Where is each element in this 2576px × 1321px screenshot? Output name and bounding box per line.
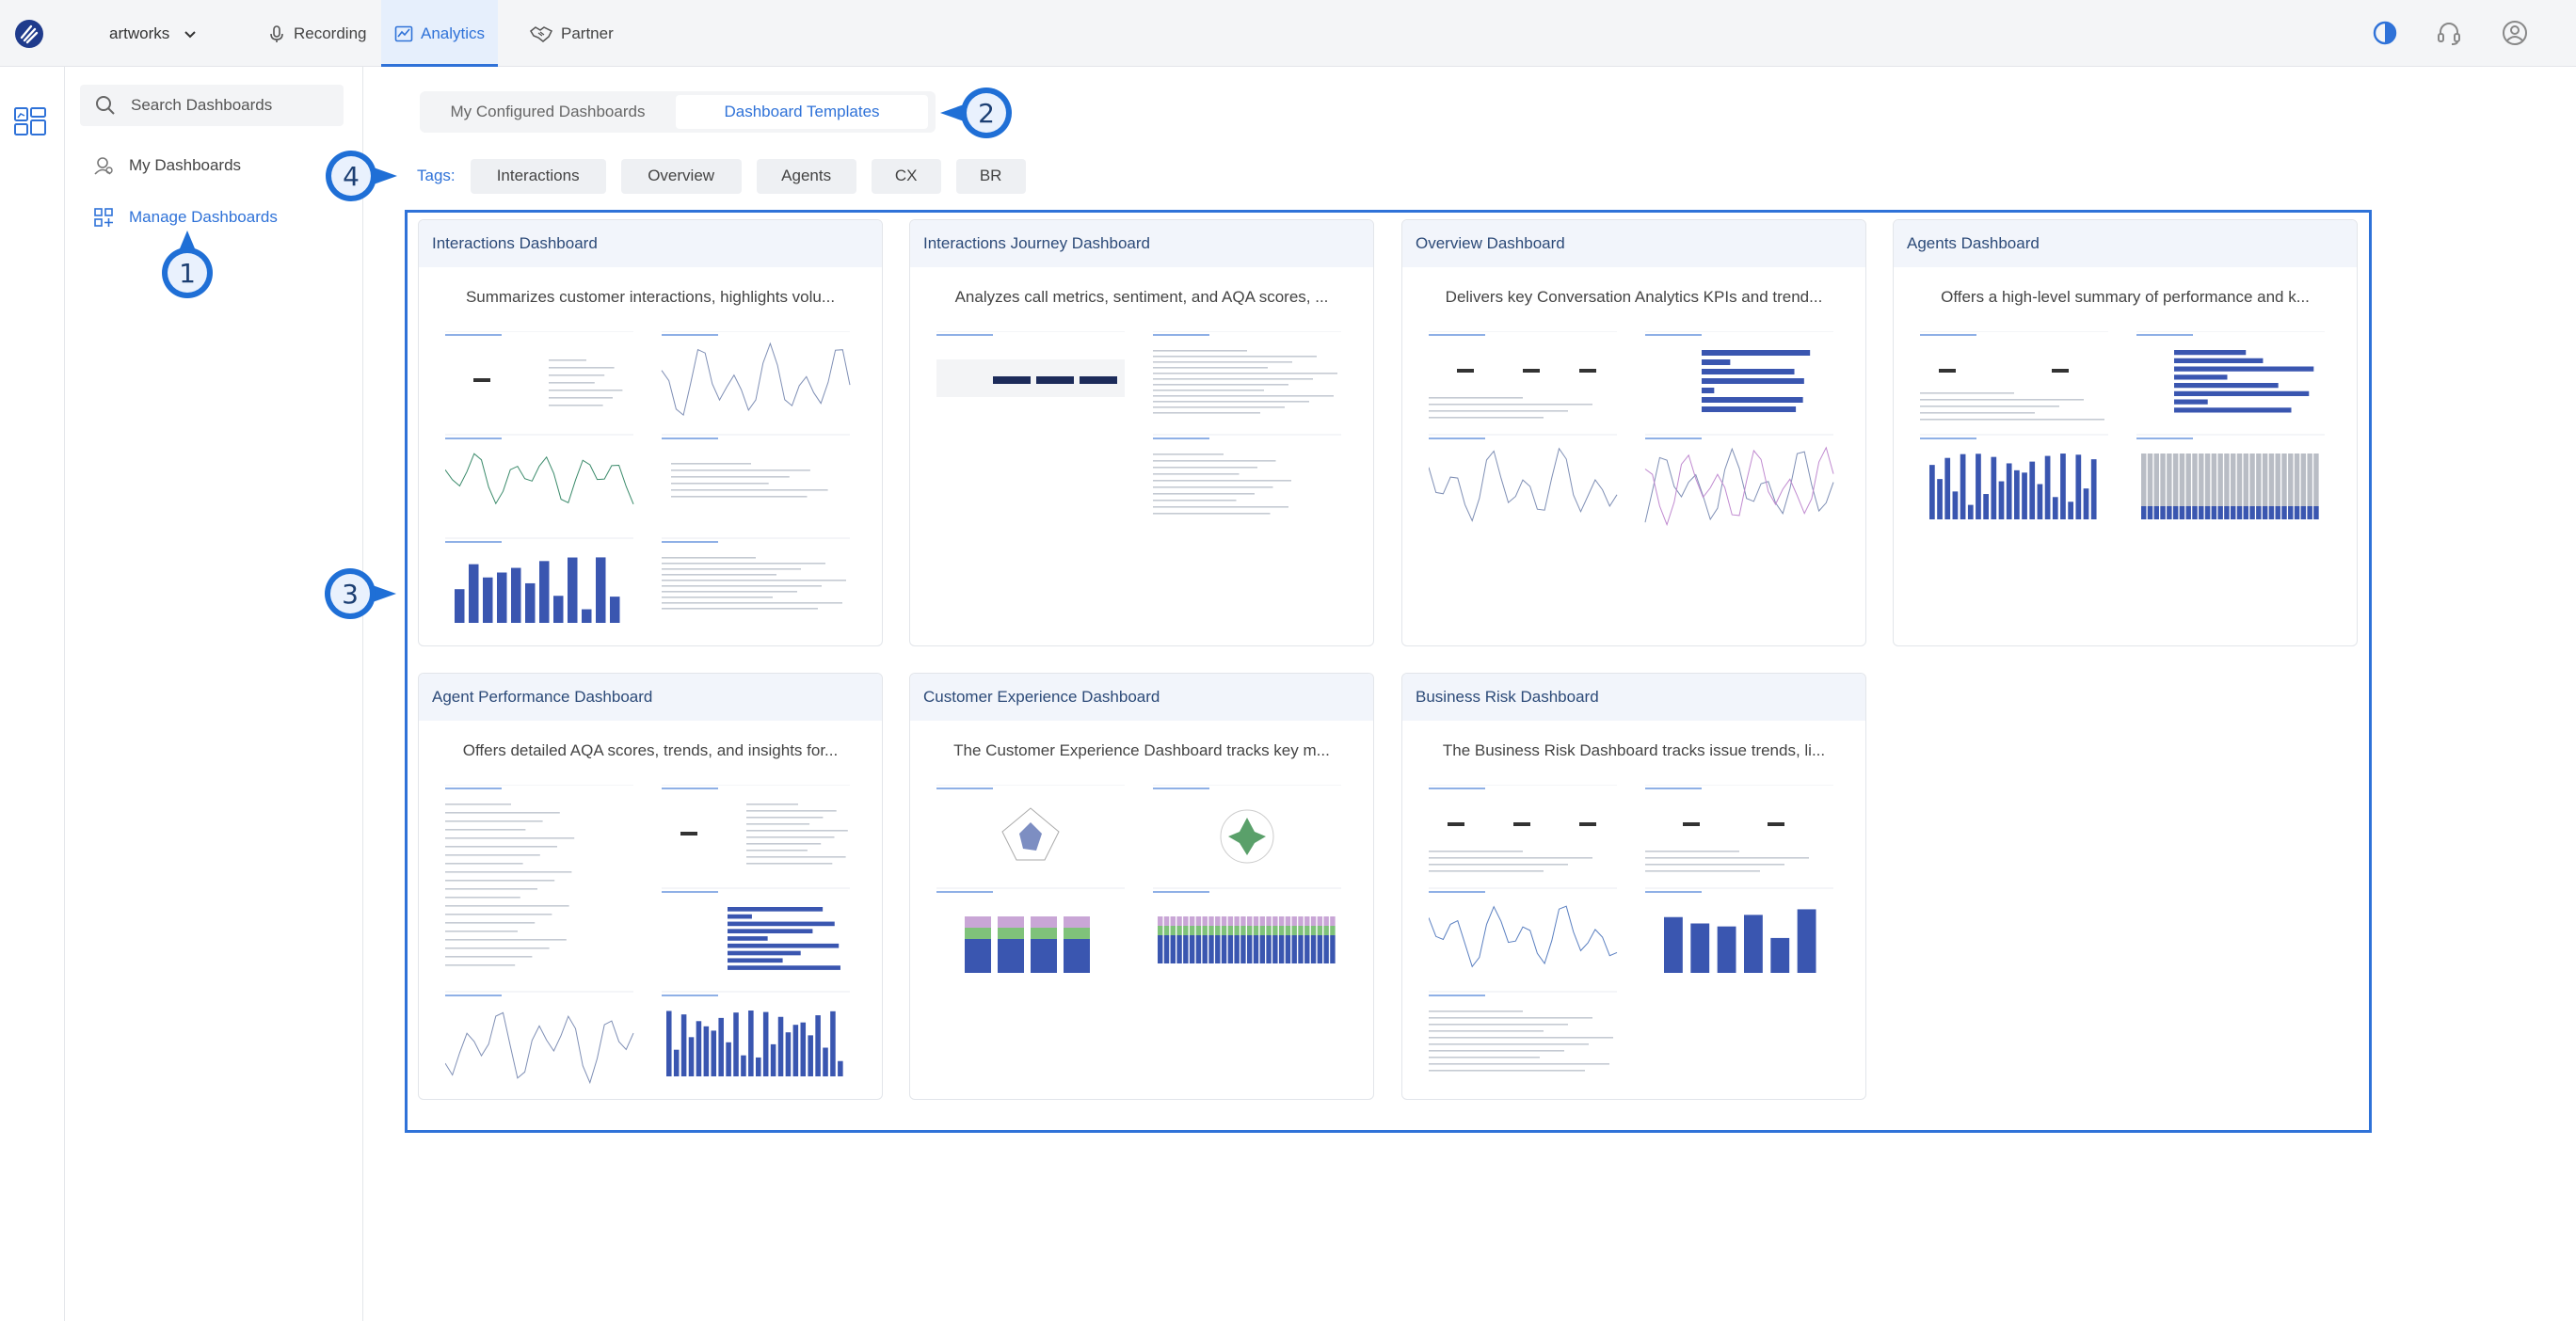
- card-title: Interactions Dashboard: [419, 220, 882, 267]
- tag-overview[interactable]: Overview: [620, 158, 742, 194]
- search-box[interactable]: [80, 85, 344, 126]
- tag-interactions[interactable]: Interactions: [470, 158, 606, 194]
- template-card-agent-performance[interactable]: Agent Performance Dashboard Offers detai…: [418, 673, 883, 1100]
- card-description: Summarizes customer interactions, highli…: [465, 288, 836, 306]
- nav-recording[interactable]: Recording: [254, 0, 380, 67]
- tag-br[interactable]: BR: [955, 158, 1026, 194]
- search-icon: [96, 96, 115, 115]
- sidebar-item-label: Manage Dashboards: [129, 208, 278, 226]
- nav-recording-label: Recording: [294, 24, 367, 42]
- dashboard-thumbnail-icon: [1428, 784, 1833, 1072]
- template-card-interactions[interactable]: Interactions Dashboard Summarizes custom…: [418, 219, 883, 646]
- callout-1: 1: [160, 231, 215, 300]
- search-input[interactable]: [131, 96, 319, 115]
- callout-number: 2: [978, 97, 995, 129]
- template-card-interactions-journey[interactable]: Interactions Journey Dashboard Analyzes …: [909, 219, 1374, 646]
- dashboard-thumbnail-icon: [1920, 330, 2325, 519]
- logo-icon[interactable]: [13, 18, 45, 50]
- user-dashboard-icon: [94, 157, 113, 175]
- dashboard-thumbnail-icon: [444, 784, 850, 1085]
- card-title: Overview Dashboard: [1402, 220, 1865, 267]
- card-preview: [1428, 784, 1843, 1084]
- card-description: The Business Risk Dashboard tracks issue…: [1442, 741, 1826, 759]
- handshake-icon: [530, 25, 553, 42]
- callout-number: 3: [342, 578, 359, 610]
- card-preview: [1920, 330, 2334, 630]
- top-bar: artworks Recording Analytics Partner: [0, 0, 2576, 67]
- callout-4: 4: [324, 149, 397, 203]
- template-card-customer-experience[interactable]: Customer Experience Dashboard The Custom…: [909, 673, 1374, 1100]
- callout-number: 4: [343, 160, 360, 192]
- sidebar-item-my-dashboards[interactable]: My Dashboards: [93, 151, 241, 180]
- card-title: Business Risk Dashboard: [1402, 674, 1865, 721]
- tag-agents[interactable]: Agents: [756, 158, 856, 194]
- dashboard-thumbnail-icon: [936, 784, 1341, 973]
- card-title: Agents Dashboard: [1894, 220, 2357, 267]
- dashboard-thumbnail-icon: [936, 330, 1341, 515]
- callout-number: 1: [179, 257, 196, 289]
- template-card-overview[interactable]: Overview Dashboard Delivers key Conversa…: [1401, 219, 1866, 646]
- grid-plus-icon: [94, 208, 113, 227]
- card-description: Delivers key Conversation Analytics KPIs…: [1445, 288, 1823, 306]
- tenant-selector[interactable]: artworks: [109, 0, 198, 67]
- tab-my-configured-dashboards[interactable]: My Configured Dashboards: [420, 91, 676, 133]
- card-description: Analyzes call metrics, sentiment, and AQ…: [954, 288, 1329, 306]
- nav-analytics-label: Analytics: [421, 24, 486, 42]
- sidebar-item-manage-dashboards[interactable]: Manage Dashboards: [93, 203, 278, 231]
- sidebar-item-label: My Dashboards: [129, 156, 242, 174]
- nav-partner[interactable]: Partner: [516, 0, 627, 67]
- card-preview: [444, 784, 859, 1085]
- dashboard-tabs: My Configured Dashboards Dashboard Templ…: [420, 91, 936, 133]
- tag-filter: Tags: Interactions Overview Agents CX BR: [417, 158, 1041, 194]
- headset-icon[interactable]: [2435, 19, 2463, 47]
- mic-icon: [270, 24, 283, 42]
- tab-dashboard-templates[interactable]: Dashboard Templates: [676, 95, 928, 129]
- card-preview: [936, 330, 1351, 630]
- left-rail: [0, 67, 65, 1321]
- card-title: Customer Experience Dashboard: [910, 674, 1373, 721]
- chart-line-icon: [394, 25, 413, 41]
- callout-3: 3: [323, 566, 396, 621]
- contrast-icon[interactable]: [2371, 19, 2399, 47]
- card-title: Interactions Journey Dashboard: [910, 220, 1373, 267]
- dashboard-thumbnail-icon: [444, 330, 851, 623]
- nav-analytics[interactable]: Analytics: [381, 0, 499, 67]
- user-icon[interactable]: [2501, 19, 2529, 47]
- card-title: Agent Performance Dashboard: [419, 674, 882, 721]
- card-preview: [1428, 330, 1843, 630]
- card-preview: [936, 784, 1351, 1084]
- dashboard-icon[interactable]: [13, 104, 47, 138]
- tag-cx[interactable]: CX: [871, 158, 941, 194]
- dashboard-thumbnail-icon: [1428, 330, 1834, 527]
- card-description: The Customer Experience Dashboard tracks…: [953, 741, 1330, 759]
- callout-2: 2: [940, 86, 1014, 140]
- nav-partner-label: Partner: [561, 24, 614, 42]
- chevron-down-icon: [184, 30, 196, 38]
- template-card-business-risk[interactable]: Business Risk Dashboard The Business Ris…: [1401, 673, 1866, 1100]
- card-preview: [444, 330, 859, 630]
- template-card-agents[interactable]: Agents Dashboard Offers a high-level sum…: [1893, 219, 2358, 646]
- card-description: Offers a high-level summary of performan…: [1941, 288, 2310, 306]
- tags-label: Tags:: [417, 167, 456, 184]
- tenant-label: artworks: [109, 24, 170, 42]
- card-description: Offers detailed AQA scores, trends, and …: [462, 741, 839, 759]
